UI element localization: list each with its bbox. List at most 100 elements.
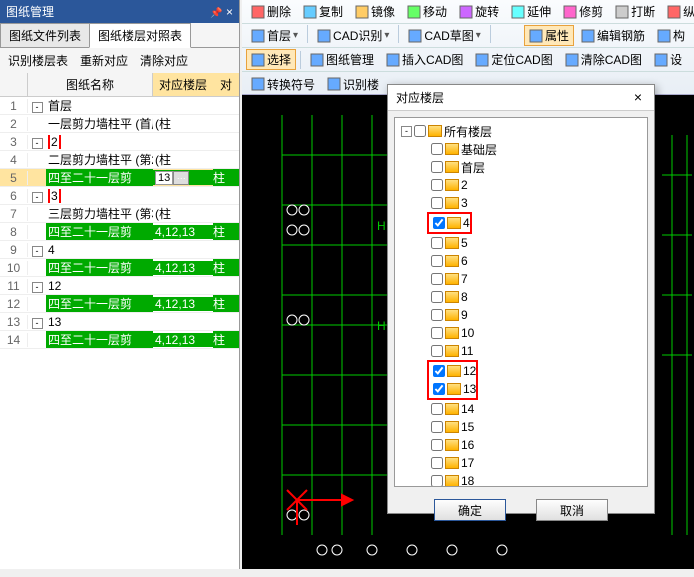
- tb-复制[interactable]: 复制: [298, 1, 348, 22]
- tree-toggle[interactable]: -: [28, 315, 46, 329]
- tb-构[interactable]: 构: [652, 25, 690, 46]
- tb-纵[interactable]: 纵: [662, 1, 694, 22]
- tb-首层[interactable]: 首层▾: [246, 25, 303, 46]
- tb-CAD识别[interactable]: CAD识别▾: [312, 25, 394, 46]
- floor-checkbox[interactable]: [431, 439, 443, 451]
- table-row[interactable]: 9-4: [0, 241, 239, 259]
- table-row[interactable]: 5 四至二十一层剪13⋯柱: [0, 169, 239, 187]
- row-name: 四至二十一层剪: [46, 295, 153, 312]
- table-row[interactable]: 2 一层剪力墙柱平 (首层)(柱: [0, 115, 239, 133]
- tb-移动[interactable]: 移动: [402, 1, 452, 22]
- table-row[interactable]: 11-12: [0, 277, 239, 295]
- floor-checkbox[interactable]: [433, 383, 445, 395]
- tree-node[interactable]: 10: [401, 324, 643, 342]
- floor-checkbox[interactable]: [433, 217, 445, 229]
- table-row[interactable]: 13-13: [0, 313, 239, 331]
- floor-checkbox[interactable]: [431, 255, 443, 267]
- tb-旋转[interactable]: 旋转: [454, 1, 504, 22]
- tb-修剪[interactable]: 修剪: [558, 1, 608, 22]
- tab-floor-map[interactable]: 图纸楼层对照表: [89, 23, 191, 48]
- table-row[interactable]: 14 四至二十一层剪4,12,13柱: [0, 331, 239, 349]
- floor-checkbox[interactable]: [431, 237, 443, 249]
- pin-icon[interactable]: 📌: [210, 8, 222, 19]
- row-match: 柱: [213, 295, 239, 312]
- tb-设[interactable]: 设: [649, 49, 687, 70]
- floor-checkbox[interactable]: [431, 143, 443, 155]
- floor-checkbox[interactable]: [431, 161, 443, 173]
- floor-checkbox[interactable]: [431, 475, 443, 487]
- tree-node[interactable]: 6: [401, 252, 643, 270]
- tree-node[interactable]: 16: [401, 436, 643, 454]
- tree-node[interactable]: 5: [401, 234, 643, 252]
- floor-checkbox[interactable]: [431, 197, 443, 209]
- floor-checkbox[interactable]: [431, 403, 443, 415]
- tree-node[interactable]: 14: [401, 400, 643, 418]
- tb-CAD草图[interactable]: CAD草图▾: [403, 25, 485, 46]
- tb-插入CAD图[interactable]: 插入CAD图: [381, 49, 468, 70]
- tree-root-node[interactable]: - 所有楼层: [401, 122, 643, 140]
- floor-input[interactable]: 13: [155, 171, 173, 185]
- subtab-rematch[interactable]: 重新对应: [74, 50, 134, 71]
- table-row[interactable]: 7 三层剪力墙柱平 (第3层)(柱: [0, 205, 239, 223]
- tree-node[interactable]: 2: [401, 176, 643, 194]
- tree-toggle[interactable]: -: [28, 243, 46, 257]
- tab-file-list[interactable]: 图纸文件列表: [0, 23, 90, 47]
- tb-镜像[interactable]: 镜像: [350, 1, 400, 22]
- subtab-identify[interactable]: 识别楼层表: [2, 50, 74, 71]
- tb-延伸[interactable]: 延伸: [506, 1, 556, 22]
- tree-node[interactable]: 17: [401, 454, 643, 472]
- subtab-clear[interactable]: 清除对应: [134, 50, 194, 71]
- tree-node[interactable]: 4: [429, 214, 470, 232]
- floor-checkbox[interactable]: [431, 309, 443, 321]
- table-row[interactable]: 12 四至二十一层剪4,12,13柱: [0, 295, 239, 313]
- close-panel-icon[interactable]: ×: [226, 5, 233, 19]
- tree-toggle[interactable]: -: [28, 279, 46, 293]
- tb-识别楼[interactable]: 识别楼: [322, 74, 384, 95]
- tb-图纸管理[interactable]: 图纸管理: [305, 49, 379, 70]
- tree-node[interactable]: 13: [429, 380, 476, 398]
- floor-checkbox[interactable]: [431, 457, 443, 469]
- tb-转换符号[interactable]: 转换符号: [246, 74, 320, 95]
- table-row[interactable]: 8 四至二十一层剪4,12,13柱: [0, 223, 239, 241]
- dialog-body[interactable]: - 所有楼层 基础层首层2345678910111213141516171819…: [394, 117, 648, 487]
- table-row[interactable]: 6-3: [0, 187, 239, 205]
- floor-checkbox[interactable]: [431, 291, 443, 303]
- collapse-icon[interactable]: -: [401, 126, 412, 137]
- floor-checkbox[interactable]: [431, 421, 443, 433]
- tree-toggle[interactable]: -: [28, 189, 46, 203]
- tree-node[interactable]: 基础层: [401, 140, 643, 158]
- tree-toggle[interactable]: -: [28, 135, 46, 149]
- floor-checkbox[interactable]: [431, 179, 443, 191]
- ok-button[interactable]: 确定: [434, 499, 506, 521]
- tree-node[interactable]: 3: [401, 194, 643, 212]
- tree-node[interactable]: 18: [401, 472, 643, 487]
- cancel-button[interactable]: 取消: [536, 499, 608, 521]
- floor-checkbox[interactable]: [433, 365, 445, 377]
- tb-清除CAD图[interactable]: 清除CAD图: [560, 49, 647, 70]
- floor-checkbox[interactable]: [431, 327, 443, 339]
- tb-打断[interactable]: 打断: [610, 1, 660, 22]
- tree-node[interactable]: 首层: [401, 158, 643, 176]
- tree-node[interactable]: 15: [401, 418, 643, 436]
- table-row[interactable]: 3-2: [0, 133, 239, 151]
- tree-toggle[interactable]: -: [28, 99, 46, 113]
- tree-node[interactable]: 9: [401, 306, 643, 324]
- browse-button[interactable]: ⋯: [173, 171, 189, 185]
- tree-node[interactable]: 7: [401, 270, 643, 288]
- tb-删除[interactable]: 删除: [246, 1, 296, 22]
- table-row[interactable]: 4 二层剪力墙柱平 (第2层)(柱: [0, 151, 239, 169]
- floor-checkbox[interactable]: [431, 273, 443, 285]
- tb-编辑钢筋[interactable]: 编辑钢筋: [576, 25, 650, 46]
- table-row[interactable]: 1-首层: [0, 97, 239, 115]
- grid-body[interactable]: 1-首层2 一层剪力墙柱平 (首层)(柱3-24 二层剪力墙柱平 (第2层)(柱…: [0, 97, 239, 577]
- close-icon[interactable]: ×: [630, 89, 646, 106]
- table-row[interactable]: 10 四至二十一层剪4,12,13柱: [0, 259, 239, 277]
- tree-node[interactable]: 8: [401, 288, 643, 306]
- root-checkbox[interactable]: [414, 125, 426, 137]
- tb-选择[interactable]: 选择: [246, 49, 296, 70]
- tree-node[interactable]: 11: [401, 342, 643, 360]
- tb-定位CAD图[interactable]: 定位CAD图: [470, 49, 557, 70]
- tb-属性[interactable]: 属性: [524, 25, 574, 46]
- floor-checkbox[interactable]: [431, 345, 443, 357]
- tree-node[interactable]: 12: [429, 362, 476, 380]
